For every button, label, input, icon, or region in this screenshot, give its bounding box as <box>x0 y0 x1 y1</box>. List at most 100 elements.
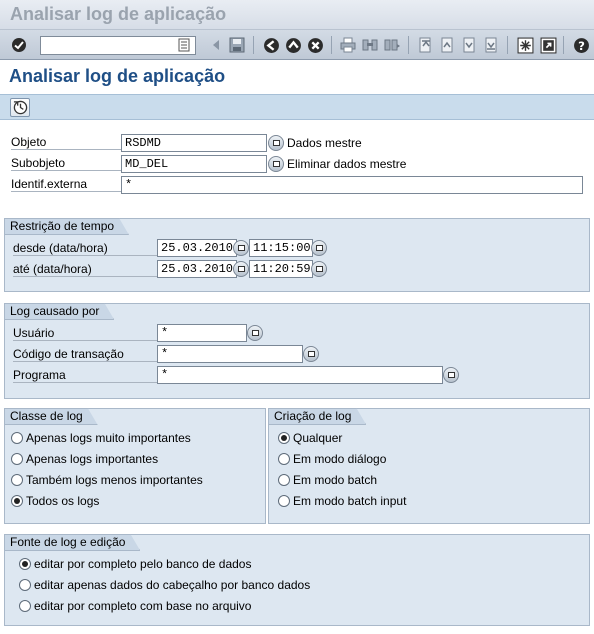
fonte-option-label: editar por completo pelo banco de dados <box>34 557 252 571</box>
fonte-radio-1[interactable] <box>19 579 31 591</box>
subobjeto-description: Eliminar dados mestre <box>287 157 407 171</box>
previous-page-icon[interactable] <box>438 36 456 54</box>
criacao-radio-2[interactable] <box>278 474 290 486</box>
subobjeto-label: Subobjeto <box>11 156 121 171</box>
find-next-icon[interactable] <box>383 36 401 54</box>
desde-label: desde (data/hora) <box>13 241 159 256</box>
next-page-icon[interactable] <box>460 36 478 54</box>
ate-label: até (data/hora) <box>13 262 159 277</box>
back-icon[interactable] <box>262 36 280 54</box>
window-title-bar: Analisar log de aplicação <box>0 0 594 30</box>
command-history-icon[interactable] <box>178 38 192 53</box>
ate-time-help-icon[interactable] <box>311 261 327 277</box>
criacao-option-label: Em modo diálogo <box>293 452 387 466</box>
fonte-radio-2[interactable] <box>19 600 31 612</box>
subobjeto-input[interactable]: MD_DEL <box>121 155 267 173</box>
log-caused-by-group: Log causado por Usuário * Código de tran… <box>4 303 590 399</box>
print-icon[interactable] <box>339 36 357 54</box>
objeto-value-help-icon[interactable] <box>268 135 284 151</box>
radio-classe-3[interactable]: Todos os logs <box>11 494 99 508</box>
transacao-label: Código de transação <box>13 347 159 362</box>
log-creation-group: Criação de log Qualquer Em modo diálogo … <box>268 408 590 524</box>
new-session-icon[interactable] <box>516 36 534 54</box>
identif-externa-input[interactable]: * <box>121 176 583 194</box>
system-toolbar: ? <box>0 30 594 60</box>
log-caused-by-title: Log causado por <box>4 303 114 320</box>
triangle-left-icon[interactable] <box>207 36 225 54</box>
desde-date-help-icon[interactable] <box>233 240 249 256</box>
radio-criacao-1[interactable]: Em modo diálogo <box>278 452 386 466</box>
shortcut-icon[interactable] <box>539 36 557 54</box>
classe-option-label: Também logs menos importantes <box>26 473 203 487</box>
log-source-group: Fonte de log e edição editar por complet… <box>4 534 590 626</box>
time-restriction-group: Restrição de tempo desde (data/hora) 25.… <box>4 218 590 292</box>
fonte-radio-0[interactable] <box>19 558 31 570</box>
ate-date-help-icon[interactable] <box>233 261 249 277</box>
criacao-option-label: Em modo batch input <box>293 494 407 508</box>
enter-icon[interactable] <box>10 36 28 54</box>
criacao-radio-1[interactable] <box>278 453 290 465</box>
programa-help-icon[interactable] <box>443 367 459 383</box>
programa-input[interactable]: * <box>157 366 443 384</box>
screen-title-bar: Analisar log de aplicação <box>0 61 594 94</box>
classe-radio-0[interactable] <box>11 432 23 444</box>
radio-classe-2[interactable]: Também logs menos importantes <box>11 473 203 487</box>
log-source-title: Fonte de log e edição <box>4 534 140 551</box>
radio-fonte-1[interactable]: editar apenas dados do cabeçalho por ban… <box>19 578 310 592</box>
usuario-help-icon[interactable] <box>247 325 263 341</box>
classe-radio-2[interactable] <box>11 474 23 486</box>
transacao-help-icon[interactable] <box>303 346 319 362</box>
window-title: Analisar log de aplicação <box>10 4 227 24</box>
classe-option-label: Apenas logs muito importantes <box>26 431 191 445</box>
criacao-option-label: Qualquer <box>293 431 343 445</box>
application-toolbar <box>0 94 594 120</box>
command-field[interactable] <box>40 36 196 55</box>
objeto-input[interactable]: RSDMD <box>121 134 267 152</box>
main-area: Objeto RSDMD Dados mestre Subobjeto MD_D… <box>0 121 594 634</box>
log-creation-title: Criação de log <box>268 408 366 425</box>
objeto-description: Dados mestre <box>287 136 362 150</box>
radio-criacao-2[interactable]: Em modo batch <box>278 473 377 487</box>
programa-label: Programa <box>13 368 159 383</box>
criacao-option-label: Em modo batch <box>293 473 378 487</box>
desde-date-input[interactable]: 25.03.2010 <box>157 239 237 257</box>
cancel-icon[interactable] <box>306 36 324 54</box>
log-class-title: Classe de log <box>4 408 98 425</box>
find-icon[interactable] <box>361 36 379 54</box>
fonte-option-label: editar apenas dados do cabeçalho por ban… <box>34 578 311 592</box>
page-title: Analisar log de aplicação <box>9 66 226 86</box>
radio-classe-1[interactable]: Apenas logs importantes <box>11 452 158 466</box>
classe-radio-1[interactable] <box>11 453 23 465</box>
fonte-option-label: editar por completo com base no arquivo <box>34 599 252 613</box>
transacao-input[interactable]: * <box>157 345 303 363</box>
time-restriction-title: Restrição de tempo <box>4 218 129 235</box>
criacao-radio-0[interactable] <box>278 432 290 444</box>
help-icon[interactable]: ? <box>572 36 590 54</box>
desde-time-input[interactable]: 11:15:00 <box>249 239 313 257</box>
radio-fonte-2[interactable]: editar por completo com base no arquivo <box>19 599 251 613</box>
radio-fonte-0[interactable]: editar por completo pelo banco de dados <box>19 557 251 571</box>
exit-icon[interactable] <box>284 36 302 54</box>
svg-text:?: ? <box>578 38 585 52</box>
save-icon[interactable] <box>228 36 246 54</box>
usuario-label: Usuário <box>13 326 159 341</box>
radio-criacao-3[interactable]: Em modo batch input <box>278 494 406 508</box>
execute-button[interactable] <box>10 98 30 117</box>
last-page-icon[interactable] <box>482 36 500 54</box>
execute-icon <box>13 100 27 115</box>
radio-criacao-0[interactable]: Qualquer <box>278 431 342 445</box>
log-class-group: Classe de log Apenas logs muito importan… <box>4 408 266 524</box>
subobjeto-value-help-icon[interactable] <box>268 156 284 172</box>
ate-date-input[interactable]: 25.03.2010 <box>157 260 237 278</box>
ate-time-input[interactable]: 11:20:59 <box>249 260 313 278</box>
objeto-label: Objeto <box>11 135 121 150</box>
usuario-input[interactable]: * <box>157 324 247 342</box>
first-page-icon[interactable] <box>416 36 434 54</box>
classe-option-label: Apenas logs importantes <box>26 452 159 466</box>
desde-time-help-icon[interactable] <box>311 240 327 256</box>
classe-radio-3[interactable] <box>11 495 23 507</box>
radio-classe-0[interactable]: Apenas logs muito importantes <box>11 431 191 445</box>
classe-option-label: Todos os logs <box>26 494 100 508</box>
criacao-radio-3[interactable] <box>278 495 290 507</box>
identif-externa-label: Identif.externa <box>11 177 121 192</box>
